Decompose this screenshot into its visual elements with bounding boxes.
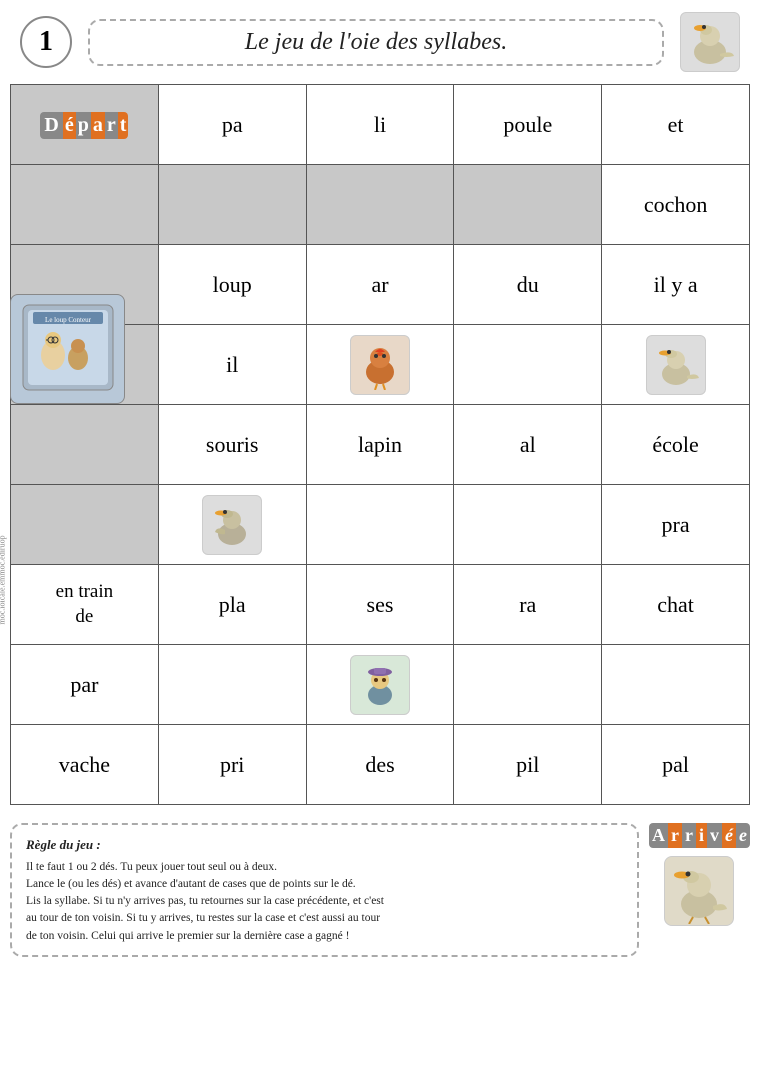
- empty-cell: [306, 485, 454, 565]
- empty-cell: [602, 645, 750, 725]
- bottom-right: Arrivée: [649, 823, 750, 926]
- farmer-cell: [306, 645, 454, 725]
- table-row: Départ pa li poule et: [11, 85, 750, 165]
- cell-pa: pa: [158, 85, 306, 165]
- goose-image-1: [646, 335, 706, 395]
- table-row: par: [11, 645, 750, 725]
- header-goose-image: [680, 12, 740, 72]
- arrivee-r2: r: [682, 823, 696, 848]
- rules-line-4: au tour de ton voisin. Si tu y arrives, …: [26, 912, 380, 924]
- arrivee-v: v: [707, 823, 722, 848]
- depart-r: r: [105, 112, 118, 139]
- empty-cell: [11, 485, 159, 565]
- arrivee-A: A: [649, 823, 668, 848]
- cell-et: et: [602, 85, 750, 165]
- svg-text:Le loup Conteur: Le loup Conteur: [45, 316, 92, 324]
- game-number: 1: [20, 16, 72, 68]
- empty-cell: [454, 485, 602, 565]
- game-title: Le jeu de l'oie des syllabes.: [88, 19, 664, 66]
- arrivee-i: i: [696, 823, 707, 848]
- goose-cell-1: [602, 325, 750, 405]
- cell-du: du: [454, 245, 602, 325]
- cell-il: il: [158, 325, 306, 405]
- game-grid: Départ pa li poule et cochon loup ar du …: [10, 84, 750, 805]
- table-row: cochon: [11, 165, 750, 245]
- cell-pil: pil: [454, 725, 602, 805]
- cell-pri: pri: [158, 725, 306, 805]
- cell-entraide: en trainde: [11, 565, 159, 645]
- bottom-goose-image: [664, 856, 734, 926]
- cell-ra: ra: [454, 565, 602, 645]
- table-row: pra: [11, 485, 750, 565]
- empty-cell: [306, 165, 454, 245]
- cell-lapin: lapin: [306, 405, 454, 485]
- empty-cell: [454, 645, 602, 725]
- empty-cell: [11, 165, 159, 245]
- cell-des: des: [306, 725, 454, 805]
- board-wrapper: Le loup Conteur Départ pa li p: [0, 84, 760, 815]
- depart-t: t: [118, 112, 129, 139]
- cell-souris: souris: [158, 405, 306, 485]
- arrivee-e2: e: [736, 823, 750, 848]
- rules-line-1: Il te faut 1 ou 2 dés. Tu peux jouer tou…: [26, 861, 277, 873]
- rules-line-5: de ton voisin. Celui qui arrive le premi…: [26, 930, 349, 942]
- cell-al: al: [454, 405, 602, 485]
- empty-cell: [158, 165, 306, 245]
- goose-image-2: [202, 495, 262, 555]
- depart-d: D: [40, 112, 62, 139]
- rules-title: Règle du jeu :: [26, 835, 623, 855]
- rules-box: Règle du jeu : Il te faut 1 ou 2 dés. Tu…: [10, 823, 639, 957]
- goose2-cell: [158, 485, 306, 565]
- cell-ecole: école: [602, 405, 750, 485]
- cell-ilya: il y a: [602, 245, 750, 325]
- header: 1 Le jeu de l'oie des syllabes.: [0, 0, 760, 84]
- rules-line-3: Lis la syllabe. Si tu n'y arrives pas, t…: [26, 895, 384, 907]
- cell-cochon: cochon: [602, 165, 750, 245]
- cell-chat: chat: [602, 565, 750, 645]
- arrivee-label: Arrivée: [649, 823, 750, 848]
- table-row: en trainde pla ses ra chat: [11, 565, 750, 645]
- cell-ses: ses: [306, 565, 454, 645]
- cell-pla: pla: [158, 565, 306, 645]
- chicken-image: [350, 335, 410, 395]
- chicken-cell: [306, 325, 454, 405]
- farmer-image: [350, 655, 410, 715]
- rules-line-2: Lance le (ou les dés) et avance d'autant…: [26, 878, 356, 890]
- empty-cell: [454, 325, 602, 405]
- side-text: moc.ioicale.emmoc.ediruop: [0, 535, 7, 624]
- cell-par: par: [11, 645, 159, 725]
- empty-cell: [11, 405, 159, 485]
- book-image: Le loup Conteur: [10, 294, 125, 404]
- depart-cell: Départ: [11, 85, 159, 165]
- empty-cell: [158, 645, 306, 725]
- bottom-section: Règle du jeu : Il te faut 1 ou 2 dés. Tu…: [10, 823, 750, 957]
- cell-ar: ar: [306, 245, 454, 325]
- rules-text: Il te faut 1 ou 2 dés. Tu peux jouer tou…: [26, 859, 623, 945]
- table-row: vache pri des pil pal: [11, 725, 750, 805]
- table-row: souris lapin al école: [11, 405, 750, 485]
- cell-poule: poule: [454, 85, 602, 165]
- depart-label: Départ: [40, 112, 128, 139]
- depart-a: a: [91, 112, 105, 139]
- cell-pal: pal: [602, 725, 750, 805]
- cell-vache: vache: [11, 725, 159, 805]
- depart-p: p: [76, 112, 91, 139]
- cell-loup: loup: [158, 245, 306, 325]
- arrivee-e1: é: [722, 823, 736, 848]
- depart-e: é: [63, 112, 76, 139]
- cell-pra: pra: [602, 485, 750, 565]
- arrivee-r: r: [668, 823, 682, 848]
- cell-li: li: [306, 85, 454, 165]
- empty-cell: [454, 165, 602, 245]
